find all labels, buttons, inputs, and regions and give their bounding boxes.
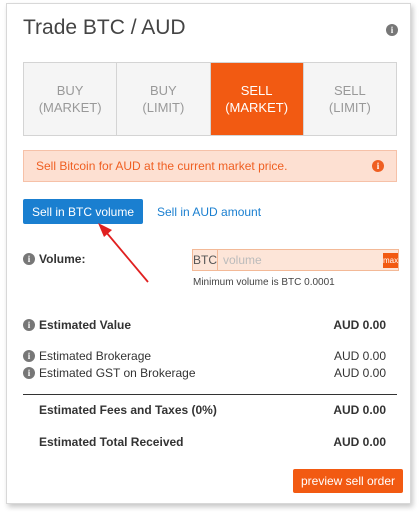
estimated-total: AUD 0.00 — [333, 435, 386, 449]
estimated-gst-label: Estimated GST on Brokerage — [39, 366, 196, 380]
alert-text: Sell Bitcoin for AUD at the current mark… — [36, 159, 288, 173]
estimated-brokerage-row: i Estimated Brokerage — [23, 349, 151, 363]
tab-label-line1: SELL — [333, 83, 366, 98]
preview-sell-order-button[interactable]: preview sell order — [293, 469, 403, 493]
page-title: Trade BTC / AUD — [23, 16, 186, 39]
tab-sell-limit[interactable]: SELL (LIMIT) — [303, 63, 396, 135]
estimated-gst-row: i Estimated GST on Brokerage — [23, 366, 196, 380]
estimated-value-row: i Estimated Value — [23, 318, 131, 332]
currency-prefix: BTC — [193, 250, 218, 270]
sell-in-aud-amount-link[interactable]: Sell in AUD amount — [157, 205, 261, 219]
estimated-fees-label: Estimated Fees and Taxes (0%) — [39, 403, 217, 417]
estimated-gst: AUD 0.00 — [333, 366, 386, 380]
tab-buy-limit[interactable]: BUY (LIMIT) — [117, 63, 211, 135]
tab-label-line2: (MARKET) — [225, 100, 289, 115]
volume-label-row: i Volume: — [23, 252, 85, 266]
order-type-tabs: BUY (MARKET) BUY (LIMIT) SELL (MARKET) S… — [23, 62, 397, 136]
tab-label-line1: BUY — [150, 83, 177, 98]
estimated-value: AUD 0.00 — [333, 318, 386, 332]
volume-label: Volume: — [39, 252, 86, 266]
tab-label-line2: (LIMIT) — [328, 100, 371, 115]
estimated-value-label: Estimated Value — [39, 318, 132, 332]
info-icon[interactable]: i — [23, 319, 35, 331]
sell-in-btc-volume-button[interactable]: Sell in BTC volume — [23, 199, 143, 224]
info-icon[interactable]: i — [23, 367, 35, 379]
tab-label-line2: (MARKET) — [38, 100, 102, 115]
info-icon[interactable]: i — [372, 160, 384, 172]
info-icon[interactable]: i — [23, 350, 35, 362]
trade-panel: Trade BTC / AUD i BUY (MARKET) BUY (LIMI… — [6, 3, 411, 504]
tab-label-line1: SELL — [240, 83, 273, 98]
estimated-brokerage: AUD 0.00 — [333, 349, 386, 363]
volume-hint: Minimum volume is BTC 0.0001 — [193, 277, 335, 288]
tab-sell-market[interactable]: SELL (MARKET) — [210, 63, 304, 135]
estimated-fees: AUD 0.00 — [333, 403, 386, 417]
estimated-brokerage-label: Estimated Brokerage — [39, 349, 152, 363]
info-icon[interactable]: i — [386, 24, 398, 36]
divider — [23, 394, 397, 395]
tab-buy-market[interactable]: BUY (MARKET) — [24, 63, 118, 135]
tab-label-line1: BUY — [56, 83, 84, 98]
info-alert: Sell Bitcoin for AUD at the current mark… — [23, 150, 397, 182]
tab-label-line2: (LIMIT) — [142, 100, 185, 115]
volume-field: BTC max — [192, 249, 399, 271]
max-button[interactable]: max — [383, 252, 399, 268]
info-icon[interactable]: i — [23, 253, 35, 265]
estimated-total-label: Estimated Total Received — [39, 435, 184, 449]
volume-input[interactable] — [218, 250, 383, 270]
